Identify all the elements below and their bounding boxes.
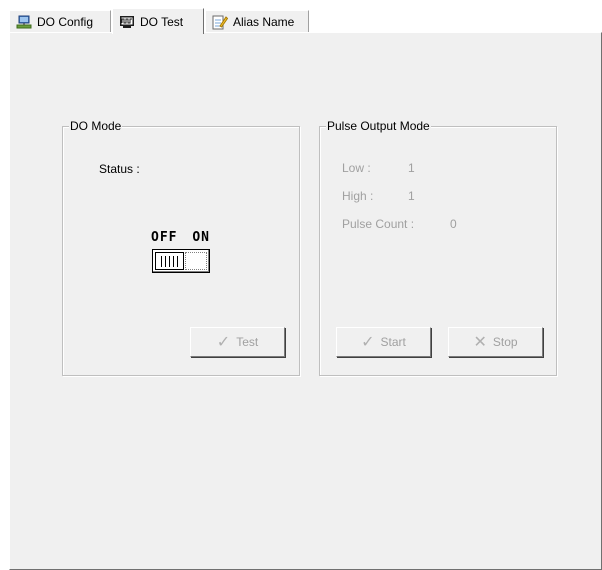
stop-button[interactable]: ✕ Stop [448, 327, 543, 357]
checkmark-icon: ✓ [216, 334, 231, 351]
test-button[interactable]: ✓ Test [190, 327, 285, 357]
tab-strip: DO Config DO Test Alias Name [0, 0, 602, 34]
cross-icon: ✕ [473, 334, 487, 351]
switch-knob [155, 252, 184, 270]
do-mode-group: DO Mode Status : OFF ON ✓ Test [62, 119, 300, 376]
pulse-output-mode-group: Pulse Output Mode Low : 1 High : 1 Pulse… [319, 119, 557, 376]
low-label: Low : [342, 161, 371, 175]
test-button-label: Test [236, 335, 259, 349]
network-config-icon [16, 14, 32, 30]
tab-alias-name[interactable]: Alias Name [205, 10, 309, 32]
status-label: Status : [99, 162, 140, 176]
high-label: High : [342, 189, 374, 203]
low-value: 1 [408, 161, 415, 175]
tab-label: DO Config [37, 14, 94, 29]
tab-do-test[interactable]: DO Test [112, 8, 204, 34]
switch-labels: OFF ON [151, 230, 210, 245]
do-test-panel: DO Mode Status : OFF ON ✓ Test Pulse Out… [9, 32, 602, 570]
monitor-test-icon [119, 14, 135, 30]
pulse-count-value: 0 [450, 217, 457, 231]
do-toggle-switch[interactable] [152, 249, 210, 273]
high-value: 1 [408, 189, 415, 203]
do-mode-title: DO Mode [69, 119, 123, 133]
pulse-output-mode-title: Pulse Output Mode [326, 119, 431, 133]
tab-label: DO Test [140, 14, 184, 29]
switch-off-label: OFF [151, 230, 178, 245]
start-button-label: Start [380, 335, 406, 349]
switch-on-label: ON [192, 230, 210, 245]
switch-focus-rect [185, 252, 207, 270]
tab-label: Alias Name [233, 14, 295, 29]
stop-button-label: Stop [492, 335, 518, 349]
start-button[interactable]: ✓ Start [336, 327, 431, 357]
pulse-count-label: Pulse Count : [342, 217, 415, 231]
notepad-pencil-icon [212, 14, 229, 30]
tab-do-config[interactable]: DO Config [9, 10, 111, 32]
checkmark-icon: ✓ [361, 334, 375, 351]
